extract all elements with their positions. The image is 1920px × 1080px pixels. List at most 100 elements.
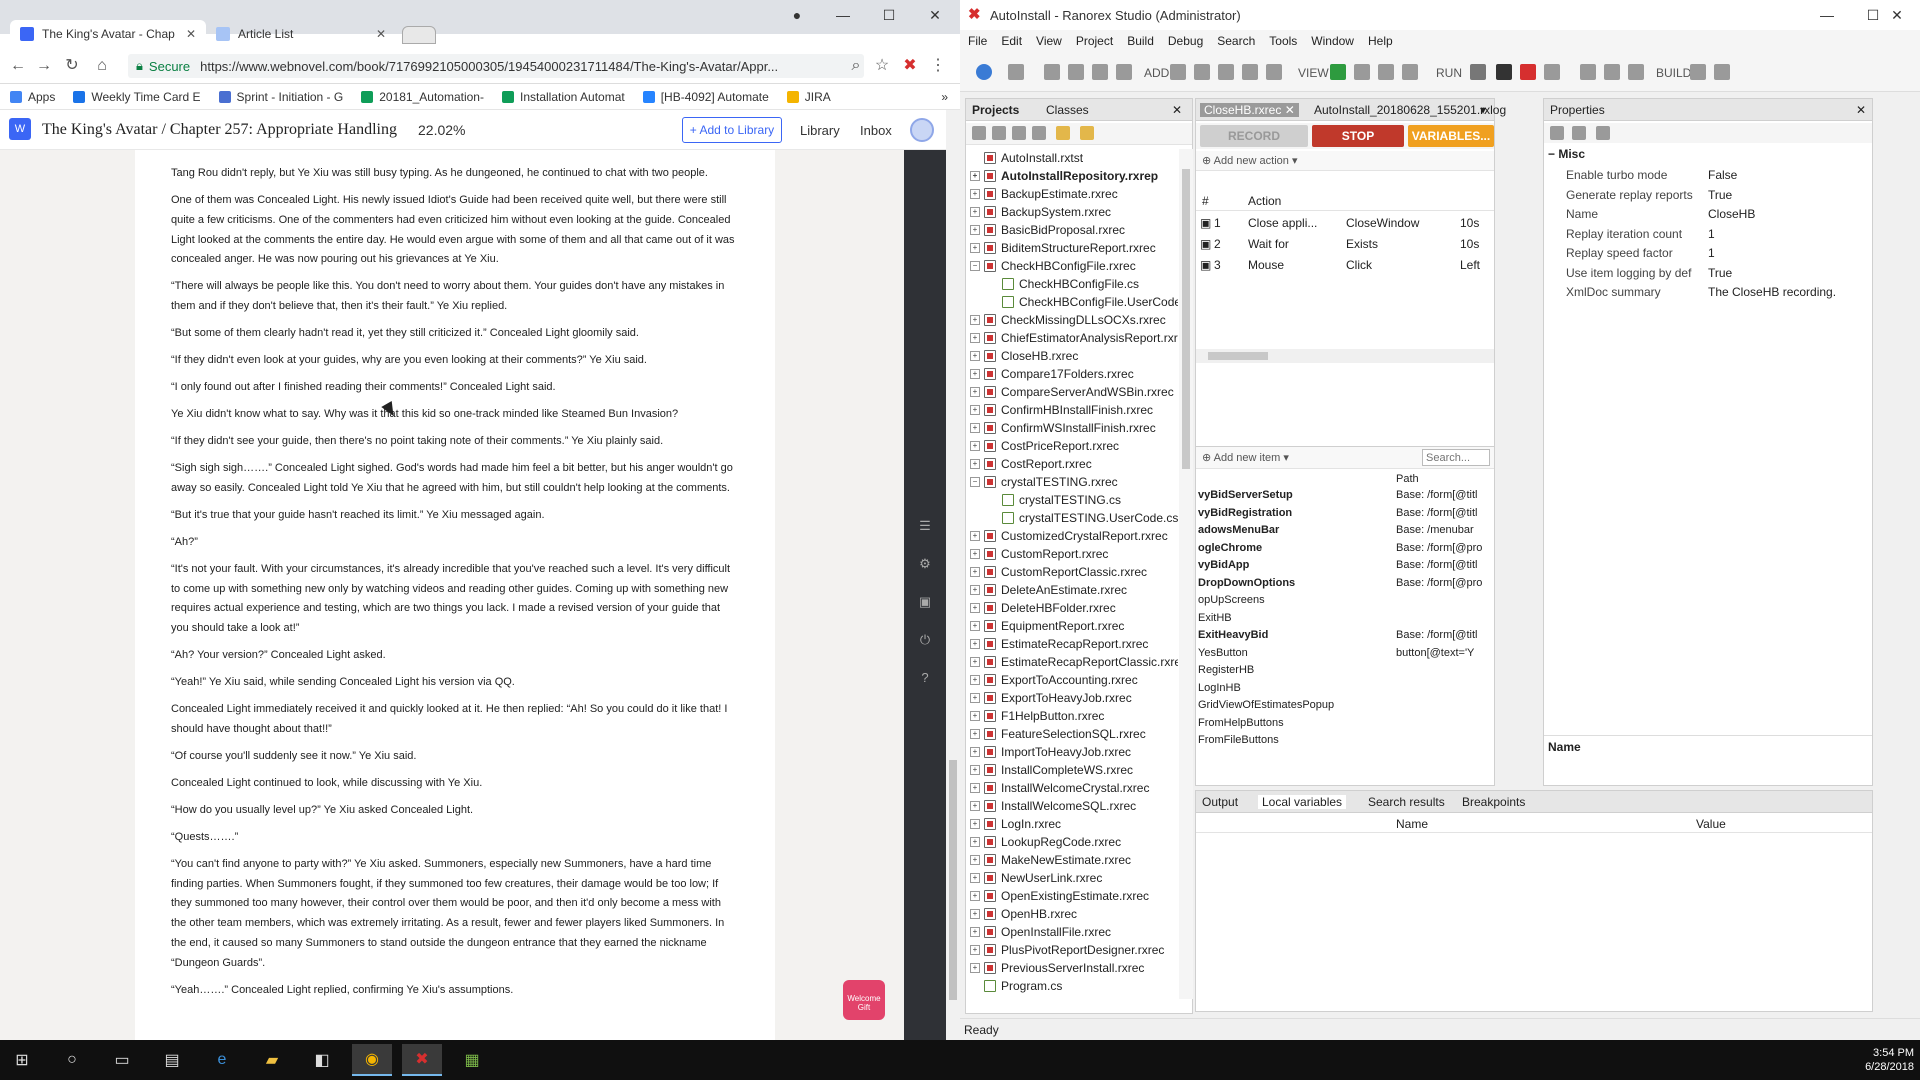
expand-toggle-icon[interactable]: + bbox=[970, 891, 980, 901]
ranorex-taskbar-icon[interactable]: ✖ bbox=[402, 1044, 442, 1076]
expand-toggle-icon[interactable]: + bbox=[970, 531, 980, 541]
refresh-icon[interactable] bbox=[1012, 126, 1026, 140]
bookmark-installation[interactable]: Installation Automat bbox=[501, 90, 625, 104]
tree-item[interactable]: − CheckHBConfigFile.rxrec bbox=[966, 257, 1178, 275]
view-repo-icon[interactable] bbox=[1378, 64, 1394, 80]
tree-item[interactable]: AutoInstall.rxtst bbox=[966, 149, 1178, 167]
property-value[interactable]: The CloseHB recording. bbox=[1708, 285, 1836, 299]
stop-icon[interactable] bbox=[1520, 64, 1536, 80]
action-row[interactable]: ▣ 2 Wait for Exists 10s bbox=[1196, 234, 1494, 254]
tree-item[interactable]: + CompareServerAndWSBin.rxrec bbox=[966, 383, 1178, 401]
step-into-icon[interactable] bbox=[1604, 64, 1620, 80]
tree-item[interactable]: + DeleteHBFolder.rxrec bbox=[966, 599, 1178, 617]
expand-toggle-icon[interactable]: + bbox=[970, 927, 980, 937]
add-repository-icon[interactable] bbox=[1242, 64, 1258, 80]
expand-toggle-icon[interactable]: + bbox=[970, 639, 980, 649]
step-out-icon[interactable] bbox=[1628, 64, 1644, 80]
repository-search-input[interactable] bbox=[1422, 449, 1490, 466]
repository-item[interactable]: GridViewOfEstimatesPopup bbox=[1196, 699, 1494, 716]
bookmark-jira[interactable]: JIRA bbox=[786, 90, 831, 104]
add-recording-icon[interactable] bbox=[1170, 64, 1186, 80]
scrollbar-thumb[interactable] bbox=[1208, 352, 1268, 360]
expand-toggle-icon[interactable]: + bbox=[970, 963, 980, 973]
tree-item[interactable]: Program.cs bbox=[966, 977, 1178, 995]
tab-local-variables[interactable]: Local variables bbox=[1258, 795, 1347, 809]
expand-toggle-icon[interactable]: + bbox=[970, 945, 980, 955]
avatar[interactable] bbox=[910, 118, 934, 142]
step-icon[interactable] bbox=[1544, 64, 1560, 80]
new-folder-icon[interactable] bbox=[1056, 126, 1070, 140]
menu-build[interactable]: Build bbox=[1127, 34, 1154, 48]
edge-icon[interactable]: e bbox=[202, 1044, 242, 1076]
new-tab-button[interactable] bbox=[402, 26, 436, 44]
repository-item[interactable]: YesButton button[@text='Y bbox=[1196, 647, 1494, 664]
tab-rxlog[interactable]: AutoInstall_20180628_155201.rxlog bbox=[1314, 103, 1506, 117]
repository-item[interactable]: vyBidServerSetup Base: /form[@titl bbox=[1196, 489, 1494, 506]
comments-icon[interactable]: ▣ bbox=[917, 594, 933, 610]
stop-button[interactable]: STOP bbox=[1312, 125, 1404, 147]
bookmark-weekly-time-card[interactable]: Weekly Time Card E bbox=[73, 90, 201, 104]
ranorex-extension-icon[interactable]: ✖ bbox=[900, 56, 920, 76]
tab-classes[interactable]: Classes bbox=[1046, 103, 1089, 117]
expand-toggle-icon[interactable]: + bbox=[970, 189, 980, 199]
tree-item[interactable]: + BackupSystem.rxrec bbox=[966, 203, 1178, 221]
webnovel-logo[interactable]: W bbox=[9, 118, 31, 140]
tree-item[interactable]: + PlusPivotReportDesigner.rxrec bbox=[966, 941, 1178, 959]
open-folder-icon[interactable] bbox=[1080, 126, 1094, 140]
profile-icon[interactable]: ● bbox=[774, 0, 820, 30]
menu-tools[interactable]: Tools bbox=[1269, 34, 1297, 48]
property-row[interactable]: Replay iteration count 1 bbox=[1544, 224, 1872, 243]
property-row[interactable]: Replay speed factor 1 bbox=[1544, 243, 1872, 262]
star-icon[interactable]: ☆ bbox=[872, 56, 892, 76]
file-explorer-icon[interactable]: ▰ bbox=[252, 1044, 292, 1076]
expand-toggle-icon[interactable]: + bbox=[970, 243, 980, 253]
more-bookmarks-icon[interactable]: » bbox=[941, 90, 948, 104]
action-row[interactable]: ▣ 3 Mouse Click Left bbox=[1196, 255, 1494, 275]
tree-item[interactable]: + LookupRegCode.rxrec bbox=[966, 833, 1178, 851]
expand-toggle-icon[interactable]: + bbox=[970, 801, 980, 811]
tree-item[interactable]: + CustomReport.rxrec bbox=[966, 545, 1178, 563]
tree-item[interactable]: crystalTESTING.UserCode.cs bbox=[966, 509, 1178, 527]
menu-search[interactable]: Search bbox=[1217, 34, 1255, 48]
table-of-contents-icon[interactable]: ☰ bbox=[917, 518, 933, 534]
tree-item[interactable]: + MakeNewEstimate.rxrec bbox=[966, 851, 1178, 869]
scrollbar-thumb[interactable] bbox=[949, 760, 957, 1000]
repository-item[interactable]: vyBidRegistration Base: /form[@titl bbox=[1196, 507, 1494, 524]
store-icon[interactable]: ◧ bbox=[302, 1044, 342, 1076]
menu-view[interactable]: View bbox=[1036, 34, 1062, 48]
tree-item[interactable]: crystalTESTING.cs bbox=[966, 491, 1178, 509]
expand-toggle-icon[interactable]: + bbox=[970, 405, 980, 415]
tree-item[interactable]: + ExportToAccounting.rxrec bbox=[966, 671, 1178, 689]
expand-toggle-icon[interactable]: + bbox=[970, 603, 980, 613]
tree-item[interactable]: CheckHBConfigFile.cs bbox=[966, 275, 1178, 293]
tree-item[interactable]: + CostReport.rxrec bbox=[966, 455, 1178, 473]
expand-toggle-icon[interactable]: − bbox=[970, 477, 980, 487]
run-icon[interactable] bbox=[1470, 64, 1486, 80]
tree-item[interactable]: + InstallWelcomeCrystal.rxrec bbox=[966, 779, 1178, 797]
tree-item[interactable]: + PreviousServerInstall.rxrec bbox=[966, 959, 1178, 977]
close-panel-icon[interactable]: ✕ bbox=[1856, 103, 1866, 117]
tree-item[interactable]: + F1HelpButton.rxrec bbox=[966, 707, 1178, 725]
help-icon[interactable]: ? bbox=[917, 670, 933, 686]
minimize-button[interactable]: — bbox=[820, 0, 866, 30]
tab-breakpoints[interactable]: Breakpoints bbox=[1462, 795, 1525, 809]
tab-dropdown-icon[interactable]: ▾ bbox=[1480, 103, 1486, 117]
search-icon[interactable]: ⌕ bbox=[846, 56, 866, 76]
tab-search-results[interactable]: Search results bbox=[1368, 795, 1445, 809]
actions-hscrollbar[interactable] bbox=[1196, 349, 1494, 363]
expand-toggle-icon[interactable]: + bbox=[970, 459, 980, 469]
pause-icon[interactable] bbox=[1496, 64, 1512, 80]
menu-debug[interactable]: Debug bbox=[1168, 34, 1203, 48]
tree-item[interactable]: + LogIn.rxrec bbox=[966, 815, 1178, 833]
home-icon[interactable]: ⌂ bbox=[92, 56, 112, 76]
property-row[interactable]: Generate replay reports True bbox=[1544, 185, 1872, 204]
bookmark-hb-4092[interactable]: [HB-4092] Automate bbox=[642, 90, 769, 104]
save-icon[interactable] bbox=[1092, 64, 1108, 80]
tree-item[interactable]: + ConfirmHBInstallFinish.rxrec bbox=[966, 401, 1178, 419]
bookmark-sprint[interactable]: Sprint - Initiation - G bbox=[218, 90, 343, 104]
forward-icon[interactable]: → bbox=[34, 56, 54, 76]
add-code-icon[interactable] bbox=[1218, 64, 1234, 80]
tab-output[interactable]: Output bbox=[1202, 795, 1238, 809]
repository-item[interactable]: ExitHB bbox=[1196, 612, 1494, 629]
tree-item[interactable]: + CustomizedCrystalReport.rxrec bbox=[966, 527, 1178, 545]
